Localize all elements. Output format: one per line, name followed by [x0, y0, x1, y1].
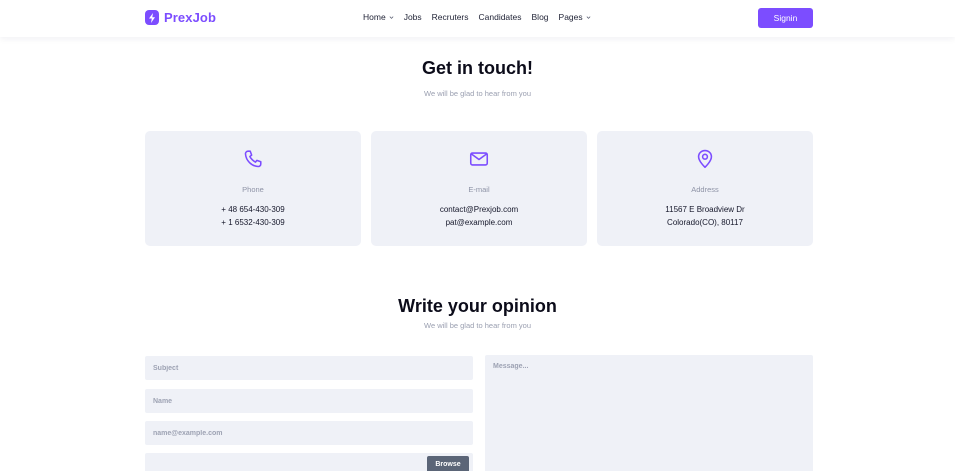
contact-subtitle: We will be glad to hear from you [424, 89, 531, 98]
nav-item-label: Blog [531, 12, 549, 22]
browse-button[interactable]: Browse [427, 456, 469, 471]
subject-field[interactable] [145, 356, 473, 380]
nav-item-pages[interactable]: Pages [559, 12, 591, 22]
contact-card-address: Address 11567 E Broadview Dr Colorado(CO… [597, 131, 813, 246]
nav-item-label: Recruters [431, 12, 469, 22]
bolt-icon [145, 10, 159, 25]
email-field[interactable] [145, 421, 473, 445]
email-address: contact@Prexjob.com [439, 205, 519, 214]
chevron-down-icon [389, 15, 394, 19]
phone-number: + 1 6532-430-309 [221, 218, 285, 227]
brand-name: PrexJob [164, 10, 217, 25]
card-label: Address [691, 185, 719, 194]
message-field[interactable] [485, 355, 813, 471]
file-upload-field[interactable]: Browse [145, 453, 473, 471]
opinion-subtitle: We will be glad to hear from you [424, 321, 531, 330]
nav-item-recruters[interactable]: Recruters [432, 12, 469, 22]
mail-icon [469, 152, 489, 166]
nav-item-label: Pages [558, 12, 583, 22]
nav-item-label: Candidates [478, 12, 522, 22]
signin-button[interactable]: Signin [758, 8, 813, 28]
phone-number: + 48 654-430-309 [221, 205, 285, 214]
logo[interactable]: PrexJob [145, 10, 216, 25]
contact-card-email: E-mail contact@Prexjob.com pat@example.c… [371, 131, 587, 246]
contact-card-phone: Phone + 48 654-430-309 + 1 6532-430-309 [145, 131, 361, 246]
email-address: pat@example.com [445, 218, 513, 227]
nav-item-label: Jobs [403, 12, 422, 22]
location-pin-icon [697, 149, 713, 169]
address-line: 11567 E Broadview Dr [665, 205, 745, 214]
card-label: Phone [242, 185, 264, 194]
name-field[interactable] [145, 389, 473, 413]
nav-item-label: Home [363, 12, 386, 22]
opinion-title: Write your opinion [398, 296, 557, 316]
nav-item-jobs[interactable]: Jobs [404, 12, 422, 22]
card-label: E-mail [468, 185, 490, 194]
phone-icon [244, 150, 262, 168]
nav-item-blog[interactable]: Blog [532, 12, 549, 22]
contact-title: Get in touch! [422, 58, 533, 78]
main-nav: Home Jobs Recruters Candidates Blog Page… [363, 12, 601, 22]
address-line: Colorado(CO), 80117 [667, 218, 743, 227]
chevron-down-icon [586, 15, 591, 19]
nav-item-candidates[interactable]: Candidates [479, 12, 522, 22]
nav-item-home[interactable]: Home [363, 12, 394, 22]
navbar: PrexJob Home Jobs Recruters Candidates B… [0, 0, 955, 37]
